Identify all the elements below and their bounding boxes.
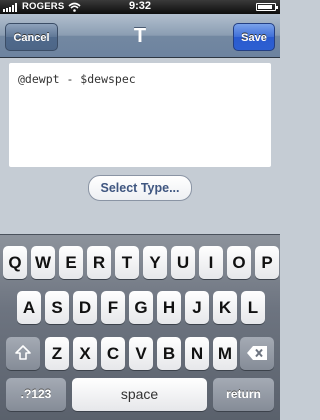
key-i[interactable]: I: [199, 246, 223, 279]
key-p[interactable]: P: [255, 246, 279, 279]
key-h[interactable]: H: [157, 291, 181, 324]
keyboard: QWERTYUIOP ASDFGHJKL ZXCVBNM .?123 space…: [0, 234, 280, 420]
key-r[interactable]: R: [87, 246, 111, 279]
key-u[interactable]: U: [171, 246, 195, 279]
page-title: T: [133, 25, 147, 47]
select-type-button[interactable]: Select Type...: [88, 175, 192, 201]
status-time: 9:32: [128, 0, 152, 12]
shift-icon: [15, 345, 31, 360]
numbers-key[interactable]: .?123: [6, 378, 66, 411]
key-e[interactable]: E: [59, 246, 83, 279]
battery-icon: [256, 3, 278, 11]
key-w[interactable]: W: [31, 246, 55, 279]
return-key[interactable]: return: [213, 378, 274, 411]
key-d[interactable]: D: [73, 291, 97, 324]
key-s[interactable]: S: [45, 291, 69, 324]
delete-key[interactable]: [240, 337, 274, 370]
key-m[interactable]: M: [213, 337, 237, 370]
key-n[interactable]: N: [185, 337, 209, 370]
delete-icon: [247, 346, 267, 360]
key-a[interactable]: A: [17, 291, 41, 324]
key-y[interactable]: Y: [143, 246, 167, 279]
key-o[interactable]: O: [227, 246, 251, 279]
key-f[interactable]: F: [101, 291, 125, 324]
key-k[interactable]: K: [213, 291, 237, 324]
key-l[interactable]: L: [241, 291, 265, 324]
key-v[interactable]: V: [129, 337, 153, 370]
key-x[interactable]: X: [73, 337, 97, 370]
key-q[interactable]: Q: [3, 246, 27, 279]
shift-key[interactable]: [6, 337, 40, 370]
key-b[interactable]: B: [157, 337, 181, 370]
format-text-area[interactable]: @dewpt - $dewspec: [9, 63, 271, 167]
space-key[interactable]: space: [72, 378, 207, 411]
key-t[interactable]: T: [115, 246, 139, 279]
key-g[interactable]: G: [129, 291, 153, 324]
key-z[interactable]: Z: [45, 337, 69, 370]
key-c[interactable]: C: [101, 337, 125, 370]
status-bar: ROGERS 9:32: [0, 0, 280, 14]
navigation-bar: Cancel T Save: [0, 14, 280, 58]
cancel-button[interactable]: Cancel: [5, 23, 58, 51]
key-j[interactable]: J: [185, 291, 209, 324]
save-button[interactable]: Save: [233, 23, 275, 51]
